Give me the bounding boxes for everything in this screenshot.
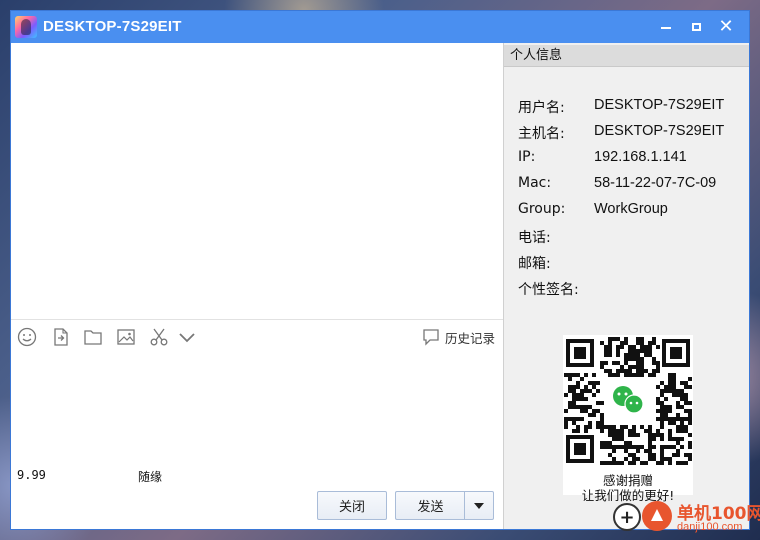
wechat-qr-code bbox=[564, 337, 692, 465]
watermark-site-url: danji100.com bbox=[677, 521, 743, 533]
chat-pane: 历史记录 关闭 发送 bbox=[11, 43, 503, 529]
title-bar[interactable]: DESKTOP-7S29EIT ✕ bbox=[11, 11, 749, 43]
history-label: 历史记录 bbox=[444, 330, 495, 346]
info-label: Group: bbox=[518, 201, 566, 217]
info-row-username: 用户名: DESKTOP-7S29EIT bbox=[518, 97, 746, 117]
app-avatar-icon bbox=[15, 16, 37, 38]
maximize-button[interactable] bbox=[681, 11, 711, 43]
donation-price-label: 随缘 bbox=[138, 470, 163, 484]
info-label: 个性签名: bbox=[518, 282, 579, 298]
info-row-hostname: 主机名: DESKTOP-7S29EIT bbox=[518, 123, 746, 143]
maximize-icon bbox=[691, 23, 701, 31]
danji100-logo-icon bbox=[642, 501, 672, 531]
info-value: WorkGroup bbox=[594, 201, 668, 217]
profile-panel: 个人信息 用户名: DESKTOP-7S29EIT 主机名: DESKTOP-7… bbox=[503, 43, 749, 529]
info-value: 192.168.1.141 bbox=[594, 149, 687, 165]
smiley-icon[interactable] bbox=[17, 327, 37, 347]
message-history-area[interactable] bbox=[11, 43, 503, 320]
info-row-mac: Mac: 58-11-22-07-7C-09 bbox=[518, 175, 746, 195]
info-row-signature: 个性签名: bbox=[518, 279, 746, 299]
folder-icon[interactable] bbox=[83, 327, 103, 347]
info-label: 邮箱: bbox=[518, 256, 551, 272]
info-label: 用户名: bbox=[518, 100, 565, 116]
close-button[interactable]: 关闭 bbox=[317, 491, 387, 520]
chevron-down-icon[interactable] bbox=[177, 327, 197, 347]
donation-price: 9.99 bbox=[17, 468, 46, 482]
donation-qr-card: 感谢捐赠 让我们做的更好! bbox=[563, 335, 693, 503]
minimize-icon bbox=[661, 27, 671, 29]
caret-down-icon bbox=[474, 502, 484, 509]
chat-history-icon bbox=[423, 329, 439, 346]
info-value: 58-11-22-07-7C-09 bbox=[594, 175, 717, 191]
send-options-dropdown[interactable] bbox=[464, 491, 494, 520]
scissors-icon[interactable] bbox=[149, 327, 169, 347]
info-row-phone: 电话: bbox=[518, 227, 746, 247]
info-label: IP: bbox=[518, 149, 536, 165]
info-row-group: Group: WorkGroup bbox=[518, 201, 746, 221]
chat-window: DESKTOP-7S29EIT ✕ 历史记录 关闭 发送 个人信息 用户名: D… bbox=[10, 10, 750, 530]
info-label: 主机名: bbox=[518, 126, 565, 142]
window-title: DESKTOP-7S29EIT bbox=[43, 18, 182, 35]
profile-panel-header: 个人信息 bbox=[504, 45, 749, 67]
info-value: DESKTOP-7S29EIT bbox=[594, 123, 725, 139]
info-label: Mac: bbox=[518, 175, 552, 191]
info-label: 电话: bbox=[518, 230, 551, 246]
input-toolbar: 历史记录 bbox=[11, 319, 503, 353]
info-value: DESKTOP-7S29EIT bbox=[594, 97, 725, 113]
site-watermark: + 单机100网 danji100.com bbox=[613, 497, 760, 539]
send-file-icon[interactable] bbox=[51, 327, 71, 347]
close-icon: ✕ bbox=[718, 16, 734, 37]
minimize-button[interactable] bbox=[651, 11, 681, 43]
image-icon[interactable] bbox=[116, 327, 136, 347]
plus-icon: + bbox=[613, 503, 641, 531]
close-window-button[interactable]: ✕ bbox=[711, 11, 741, 43]
message-input[interactable] bbox=[11, 353, 503, 489]
info-row-ip: IP: 192.168.1.141 bbox=[518, 149, 746, 169]
send-button[interactable]: 发送 bbox=[395, 491, 465, 520]
info-row-email: 邮箱: bbox=[518, 253, 746, 273]
history-button[interactable]: 历史记录 bbox=[422, 327, 495, 347]
